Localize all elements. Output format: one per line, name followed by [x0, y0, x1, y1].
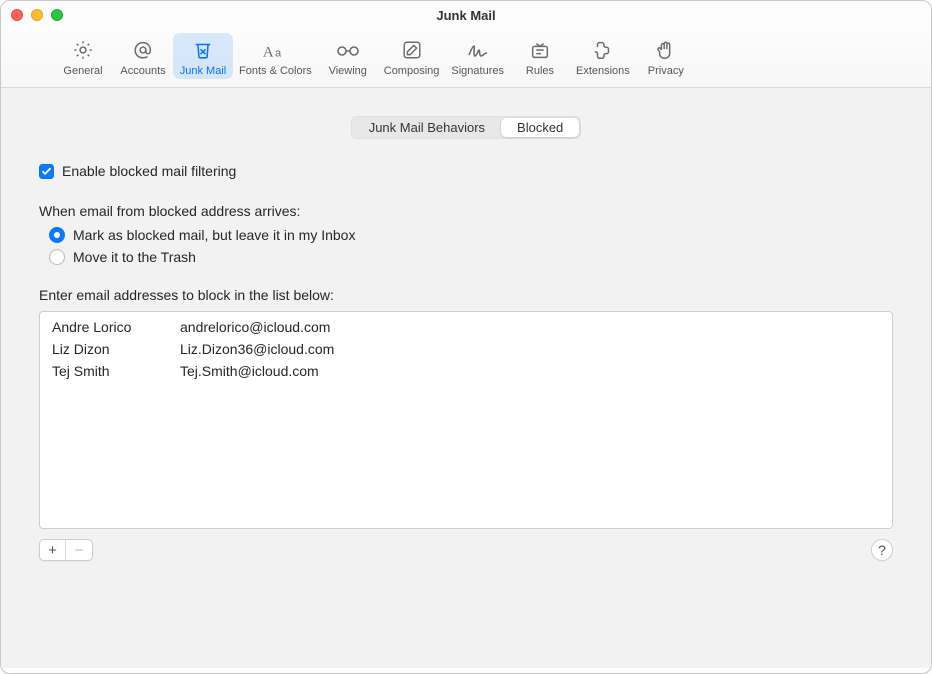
list-item[interactable]: Andre Lorico andrelorico@icloud.com [40, 316, 892, 338]
blocked-email: Tej.Smith@icloud.com [180, 363, 319, 379]
help-button[interactable]: ? [871, 539, 893, 561]
svg-text:A: A [263, 45, 274, 61]
junk-mail-icon [190, 37, 216, 63]
blocked-email: andrelorico@icloud.com [180, 319, 330, 335]
toolbar-label: Composing [384, 65, 440, 77]
toolbar-signatures[interactable]: Signatures [445, 33, 510, 79]
toolbar-label: Junk Mail [180, 65, 226, 77]
toolbar-label: Signatures [451, 65, 504, 77]
remove-button[interactable]: − [66, 540, 92, 560]
toolbar: General Accounts Junk Mail [1, 29, 931, 88]
enable-blocked-filtering-label: Enable blocked mail filtering [62, 163, 236, 179]
close-window-button[interactable] [11, 9, 23, 21]
list-item[interactable]: Liz Dizon Liz.Dizon36@icloud.com [40, 338, 892, 360]
toolbar-label: Accounts [120, 65, 165, 77]
toolbar-fonts-colors[interactable]: A a Fonts & Colors [233, 33, 318, 79]
toolbar-extensions[interactable]: Extensions [570, 33, 636, 79]
enter-addresses-label: Enter email addresses to block in the li… [39, 287, 893, 303]
compose-icon [399, 37, 425, 63]
window-title: Junk Mail [1, 8, 931, 23]
toolbar-label: Rules [526, 65, 554, 77]
blocked-settings: Enable blocked mail filtering When email… [21, 163, 911, 561]
toolbar-rules[interactable]: Rules [510, 33, 570, 79]
svg-text:a: a [275, 48, 282, 60]
enable-blocked-filtering-checkbox[interactable] [39, 164, 54, 179]
traffic-lights [11, 9, 63, 21]
toolbar-viewing[interactable]: Viewing [318, 33, 378, 79]
list-controls: + − ? [39, 539, 893, 561]
zoom-window-button[interactable] [51, 9, 63, 21]
at-sign-icon [130, 37, 156, 63]
radio-mark-blocked[interactable] [49, 227, 65, 243]
blocked-name: Liz Dizon [40, 341, 180, 357]
enable-blocked-filtering-row: Enable blocked mail filtering [39, 163, 893, 179]
toolbar-junk-mail[interactable]: Junk Mail [173, 33, 233, 79]
titlebar: Junk Mail [1, 1, 931, 29]
content-area: Junk Mail Behaviors Blocked Enable block… [1, 88, 931, 668]
list-item[interactable]: Tej Smith Tej.Smith@icloud.com [40, 360, 892, 382]
toolbar-label: Viewing [329, 65, 367, 77]
toolbar-accounts[interactable]: Accounts [113, 33, 173, 79]
tab-junk-behaviors[interactable]: Junk Mail Behaviors [353, 118, 501, 137]
blocked-addresses-list[interactable]: Andre Lorico andrelorico@icloud.com Liz … [39, 311, 893, 529]
tab-switcher: Junk Mail Behaviors Blocked [21, 116, 911, 139]
toolbar-label: General [63, 65, 102, 77]
tab-blocked[interactable]: Blocked [501, 118, 579, 137]
glasses-icon [335, 37, 361, 63]
when-arrives-label: When email from blocked address arrives: [39, 203, 893, 219]
plus-icon: + [48, 542, 57, 559]
minus-icon: − [75, 542, 84, 559]
add-button[interactable]: + [40, 540, 66, 560]
blocked-email: Liz.Dizon36@icloud.com [180, 341, 334, 357]
blocked-name: Andre Lorico [40, 319, 180, 335]
toolbar-composing[interactable]: Composing [378, 33, 446, 79]
toolbar-label: Fonts & Colors [239, 65, 312, 77]
toolbar-label: Extensions [576, 65, 630, 77]
puzzle-icon [590, 37, 616, 63]
radio-move-trash-label: Move it to the Trash [73, 249, 196, 265]
help-icon: ? [878, 542, 886, 558]
radio-mark-blocked-label: Mark as blocked mail, but leave it in my… [73, 227, 355, 243]
signature-icon [465, 37, 491, 63]
toolbar-label: Privacy [648, 65, 684, 77]
toolbar-general[interactable]: General [53, 33, 113, 79]
hand-icon [653, 37, 679, 63]
add-remove-control: + − [39, 539, 93, 561]
blocked-action-radio-group: Mark as blocked mail, but leave it in my… [39, 227, 893, 265]
radio-move-trash[interactable] [49, 249, 65, 265]
minimize-window-button[interactable] [31, 9, 43, 21]
blocked-name: Tej Smith [40, 363, 180, 379]
rules-icon [527, 37, 553, 63]
preferences-window: Junk Mail General Accounts [0, 0, 932, 674]
toolbar-privacy[interactable]: Privacy [636, 33, 696, 79]
fonts-icon: A a [262, 37, 288, 63]
gear-icon [70, 37, 96, 63]
